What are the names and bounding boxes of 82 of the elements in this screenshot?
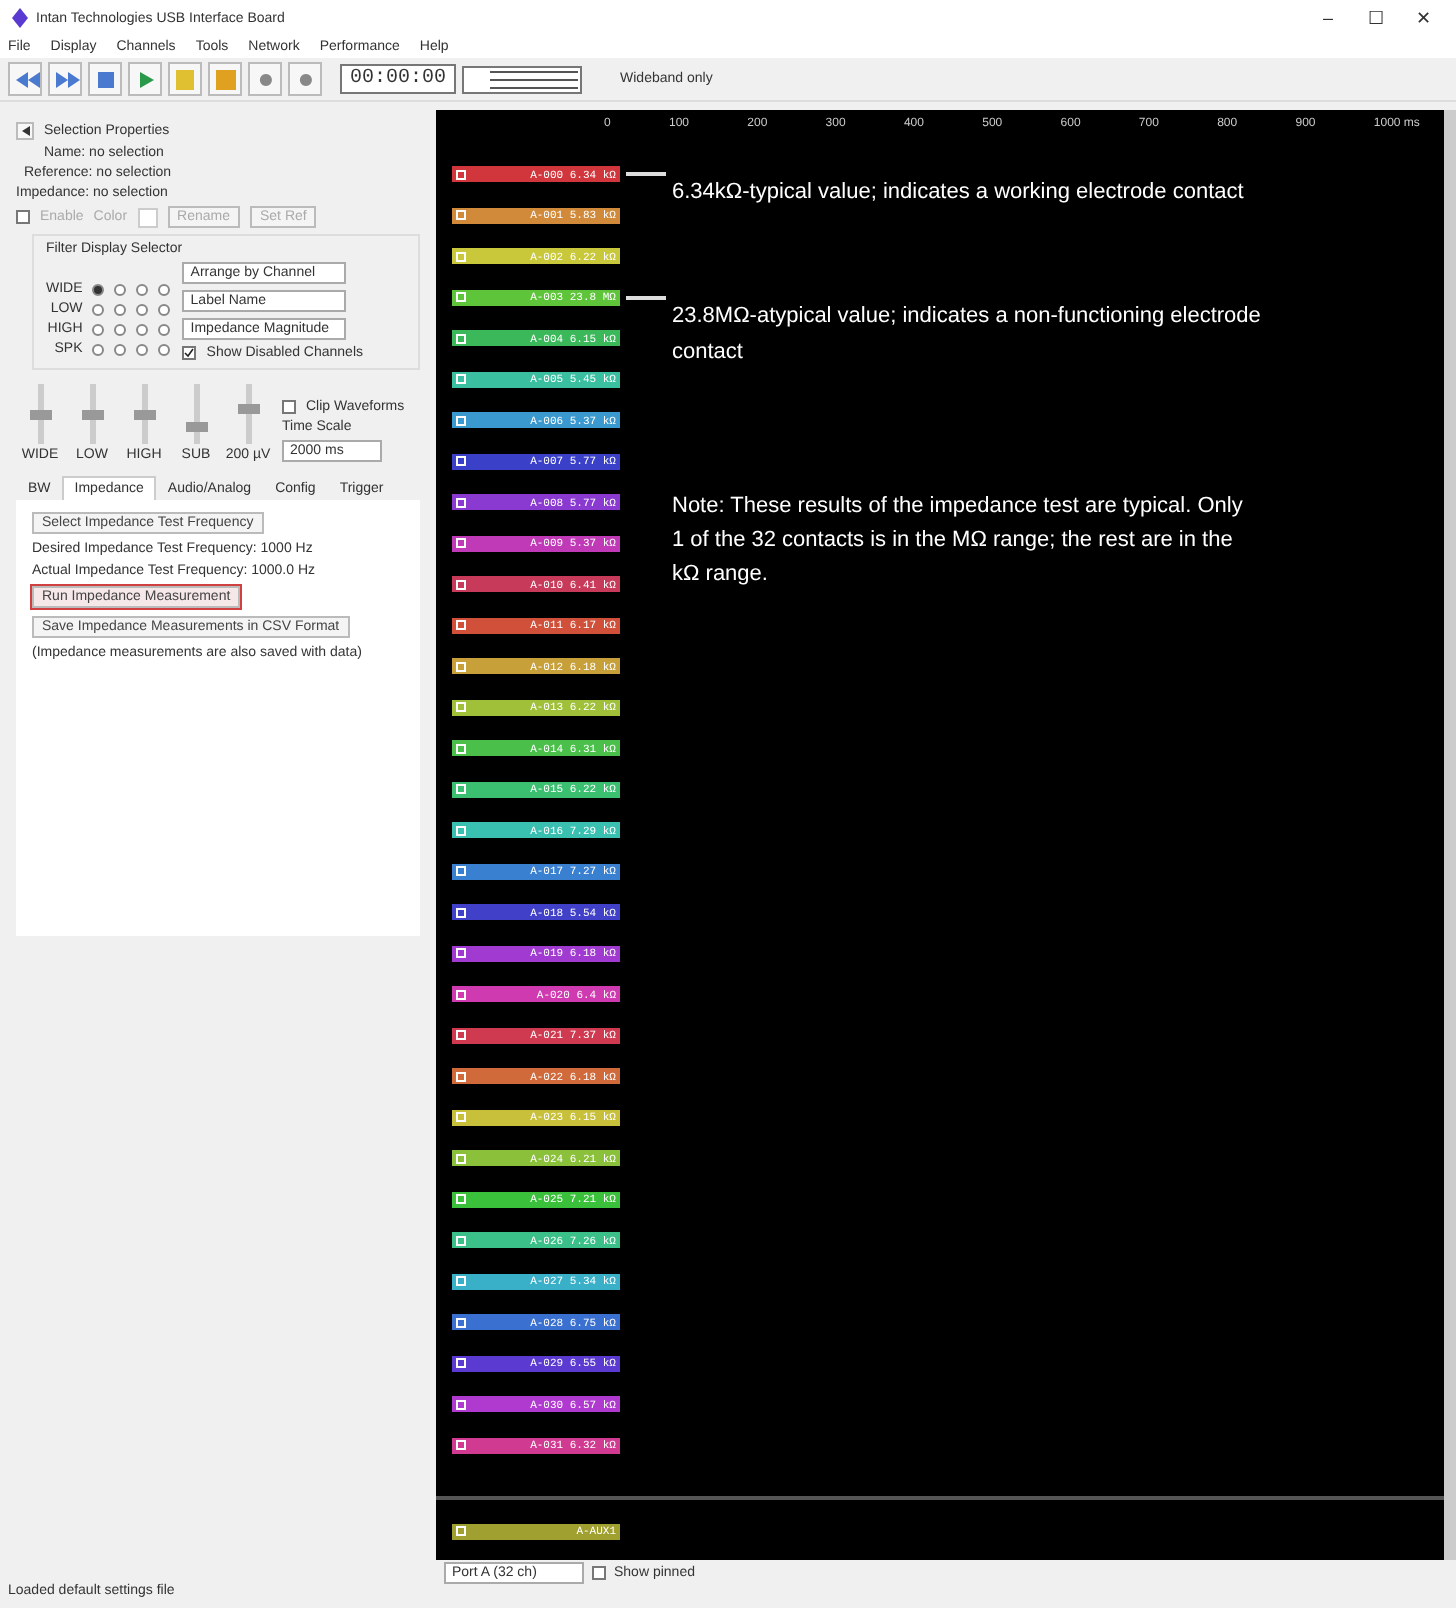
radio-button[interactable] [114, 343, 127, 355]
checkbox-icon [456, 210, 466, 221]
toolbar-button[interactable] [248, 62, 282, 96]
color-swatch[interactable] [137, 207, 158, 227]
checkbox-icon [456, 1235, 466, 1246]
checkbox-icon [456, 989, 466, 1000]
fast-forward-icon [51, 67, 79, 91]
checkbox-icon [456, 169, 466, 180]
checkbox[interactable] [282, 400, 296, 414]
toolbar-button[interactable] [8, 62, 42, 96]
window-control[interactable]: ✕ [1404, 8, 1444, 28]
level-meter-icon [462, 65, 583, 93]
checkbox-icon [456, 1276, 466, 1287]
checkbox-icon [456, 620, 466, 631]
checkbox-icon [456, 784, 466, 795]
radio-button[interactable] [92, 283, 105, 295]
checkbox-icon [456, 1526, 466, 1537]
slider-thumb[interactable] [185, 421, 207, 431]
checkbox-icon [456, 292, 466, 303]
radio-button[interactable] [136, 303, 149, 315]
collapse-button[interactable] [16, 122, 34, 140]
checkbox-icon [456, 661, 466, 672]
checkbox-icon [456, 374, 466, 385]
radio-button[interactable] [136, 283, 149, 295]
toolbar-button[interactable] [168, 62, 202, 96]
radio-button[interactable] [158, 323, 171, 335]
checkbox-icon [456, 1153, 466, 1164]
checkbox-icon [456, 1358, 466, 1369]
checkbox-icon [456, 333, 466, 344]
checkbox-icon [456, 579, 466, 590]
checkbox-icon [456, 1112, 466, 1123]
radio-button[interactable] [136, 323, 149, 335]
checkbox-icon [456, 1071, 466, 1082]
checkbox-icon [456, 948, 466, 959]
checkbox-icon [456, 415, 466, 426]
radio-button[interactable] [92, 323, 105, 335]
toolbar-button[interactable] [128, 62, 162, 96]
checkbox-icon [456, 743, 466, 754]
toolbar-button[interactable] [88, 62, 122, 96]
annotation: 6.34kΩ-typical value; indicates a working electrode contact [672, 178, 1246, 208]
leader-line [626, 172, 666, 177]
checkbox-icon [456, 866, 466, 877]
checkbox-icon [456, 825, 466, 836]
toolbar-button[interactable] [208, 62, 242, 96]
rewind-icon [11, 67, 39, 91]
radio-button[interactable] [92, 343, 105, 355]
checkbox-icon [456, 702, 466, 713]
checkbox[interactable] [592, 1565, 606, 1579]
checkbox-icon [456, 1440, 466, 1451]
radio-button[interactable] [114, 323, 127, 335]
window-control[interactable]: – [1308, 8, 1348, 28]
slider-thumb[interactable] [133, 409, 155, 419]
time-display: 00:00:00 [340, 64, 457, 94]
checkbox-icon [456, 538, 466, 549]
toolbar-button[interactable] [288, 62, 322, 96]
caret-icon [21, 126, 29, 136]
checkbox-icon [456, 907, 466, 918]
slider-thumb[interactable] [81, 409, 103, 419]
app-icon [12, 8, 28, 28]
window-control[interactable]: ☐ [1356, 8, 1396, 28]
radio-button[interactable] [158, 283, 171, 295]
checkbox-icon [456, 1194, 466, 1205]
annotation: 23.8MΩ-atypical value; indicates a non-functioning electrode contact [672, 301, 1263, 367]
leader-line [626, 295, 666, 300]
radio-button[interactable] [114, 303, 127, 315]
checkbox-icon [456, 1317, 466, 1328]
checkbox-icon [456, 251, 466, 262]
enable-checkbox[interactable] [16, 210, 30, 224]
radio-button[interactable] [158, 343, 171, 355]
radio-button[interactable] [114, 283, 127, 295]
radio-button[interactable] [136, 343, 149, 355]
radio-button[interactable] [92, 303, 105, 315]
checkbox[interactable] [182, 346, 197, 360]
checkbox-icon [456, 497, 466, 508]
slider-thumb[interactable] [29, 409, 51, 419]
checkbox-icon [456, 1030, 466, 1041]
checkbox-icon [456, 1399, 466, 1410]
slider-thumb[interactable] [237, 403, 259, 413]
note-annotation: Note: These results of the impedance test are typical. Only 1 of the 32 contacts is in the MΩ range; the rest are in the kΩ range. [672, 492, 1245, 590]
radio-button[interactable] [158, 303, 171, 315]
checkbox-icon [456, 456, 466, 467]
toolbar-button[interactable] [48, 62, 82, 96]
